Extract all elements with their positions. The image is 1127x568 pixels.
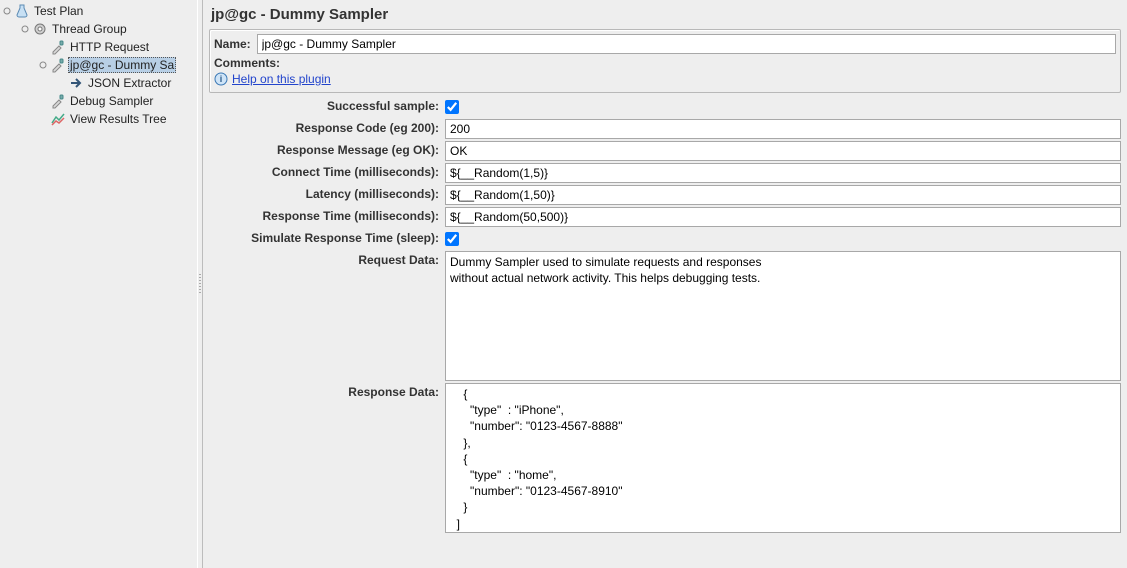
tree-node-debug-sampler[interactable]: Debug Sampler: [36, 92, 197, 110]
pipette-icon: [50, 93, 66, 109]
arrow-right-icon: [68, 75, 84, 91]
tree-node-http-request[interactable]: HTTP Request: [36, 38, 197, 56]
tree-label: Debug Sampler: [68, 94, 155, 108]
splitter[interactable]: [197, 0, 203, 568]
tree-node-test-plan[interactable]: Test Plan: [0, 2, 197, 20]
request-data-label: Request Data:: [209, 251, 439, 267]
latency-label: Latency (milliseconds):: [209, 185, 439, 201]
tree-node-json-extractor[interactable]: JSON Extractor: [54, 74, 197, 92]
tree-toggle-icon[interactable]: [38, 60, 48, 70]
tree-node-thread-group[interactable]: Thread Group: [18, 20, 197, 38]
response-data-field[interactable]: [445, 383, 1121, 533]
successful-checkbox[interactable]: [445, 100, 459, 114]
page-title: jp@gc - Dummy Sampler: [209, 4, 1121, 29]
response-data-label: Response Data:: [209, 383, 439, 399]
app-root: Test Plan Thread Group: [0, 0, 1127, 568]
svg-text:i: i: [220, 74, 223, 84]
connect-time-field[interactable]: [445, 163, 1121, 183]
tree-label: jp@gc - Dummy Sa: [68, 57, 176, 73]
response-time-field[interactable]: [445, 207, 1121, 227]
response-message-field[interactable]: [445, 141, 1121, 161]
header-panel: Name: Comments: i Help on this plugin: [209, 29, 1121, 93]
help-link[interactable]: Help on this plugin: [232, 72, 331, 86]
flask-icon: [14, 3, 30, 19]
tree-node-view-results[interactable]: View Results Tree: [36, 110, 197, 128]
tree-label: Thread Group: [50, 22, 129, 36]
tree-label: View Results Tree: [68, 112, 169, 126]
tree-label: HTTP Request: [68, 40, 151, 54]
connect-time-label: Connect Time (milliseconds):: [209, 163, 439, 179]
help-icon: i: [214, 72, 228, 86]
response-code-field[interactable]: [445, 119, 1121, 139]
latency-field[interactable]: [445, 185, 1121, 205]
name-field[interactable]: [257, 34, 1116, 54]
chart-icon: [50, 111, 66, 127]
request-data-field[interactable]: [445, 251, 1121, 381]
response-message-label: Response Message (eg OK):: [209, 141, 439, 157]
tree-toggle-icon[interactable]: [20, 24, 30, 34]
successful-label: Successful sample:: [209, 97, 439, 113]
simulate-sleep-label: Simulate Response Time (sleep):: [209, 229, 439, 245]
pipette-icon: [50, 39, 66, 55]
form-grid: Successful sample: Response Code (eg 200…: [209, 97, 1121, 533]
tree-pane: Test Plan Thread Group: [0, 0, 197, 568]
simulate-sleep-checkbox[interactable]: [445, 232, 459, 246]
tree-toggle-icon[interactable]: [2, 6, 12, 16]
response-code-label: Response Code (eg 200):: [209, 119, 439, 135]
tree: Test Plan Thread Group: [0, 2, 197, 128]
tree-label: Test Plan: [32, 4, 85, 18]
tree-label: JSON Extractor: [86, 76, 173, 90]
gear-icon: [32, 21, 48, 37]
pipette-icon: [50, 57, 66, 73]
main-pane: jp@gc - Dummy Sampler Name: Comments: i …: [203, 0, 1127, 568]
comments-label: Comments:: [214, 56, 280, 70]
tree-node-dummy-sampler[interactable]: jp@gc - Dummy Sa: [36, 56, 197, 74]
name-label: Name:: [214, 37, 251, 51]
response-time-label: Response Time (milliseconds):: [209, 207, 439, 223]
